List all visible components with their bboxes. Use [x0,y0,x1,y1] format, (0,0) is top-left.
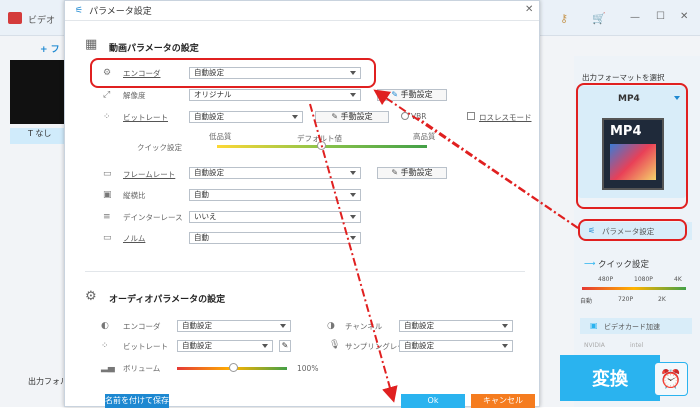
arrow-line-2 [417,117,579,229]
annotation-arrows [309,89,579,403]
arrow-to-ok [309,103,398,403]
